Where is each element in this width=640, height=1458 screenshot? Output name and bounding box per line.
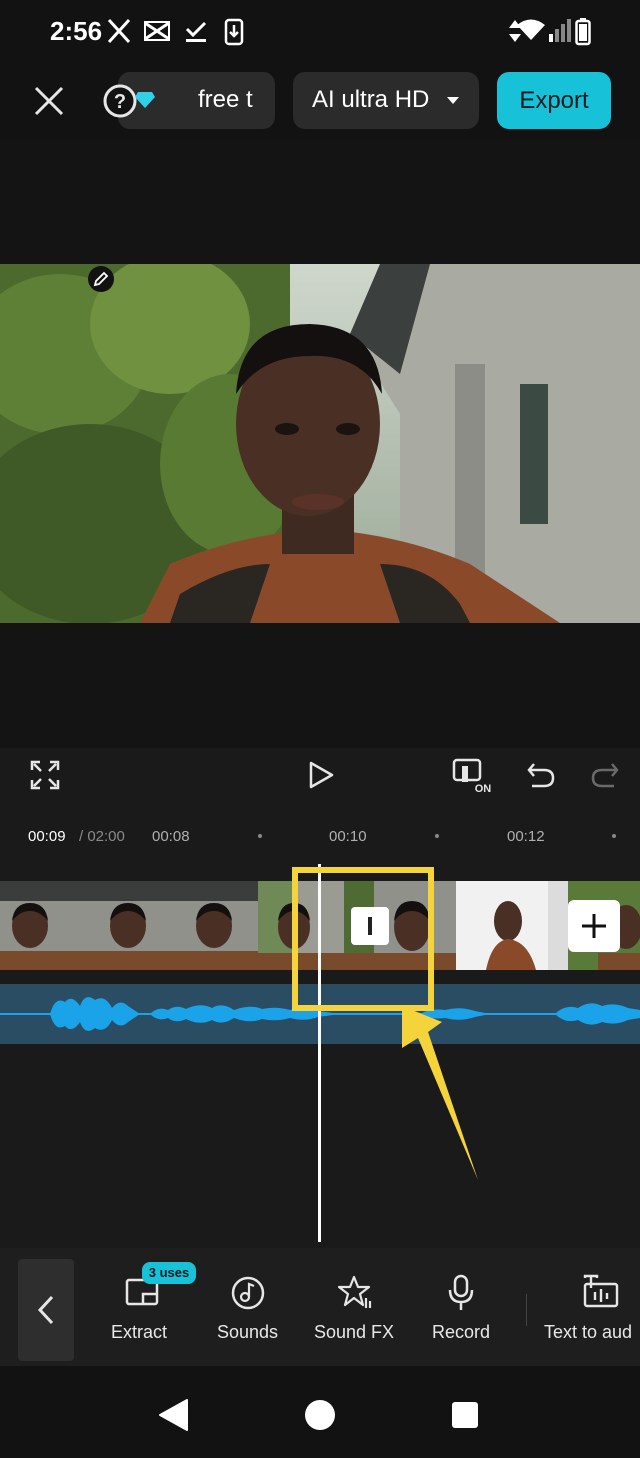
clip-thumbnail [456,881,548,970]
nav-back-icon[interactable] [157,1398,189,1432]
nav-home-icon[interactable] [303,1398,337,1432]
clip-thumbnail [86,881,172,970]
play-icon[interactable] [306,760,336,790]
svg-text:ON: ON [475,783,492,794]
tool-label-sounds[interactable]: Sounds [217,1322,278,1343]
svg-text:?: ? [114,91,126,113]
battery-icon [575,18,591,46]
uses-badge: 3 uses [142,1262,196,1284]
sound-fx-icon[interactable] [338,1274,374,1310]
total-time: / 02:00 [79,828,125,845]
bottom-toolbar [0,1248,640,1366]
highlight-box [292,867,434,1011]
download-icon [224,18,244,46]
wifi-icon [517,19,545,40]
tool-label-record[interactable]: Record [432,1322,490,1343]
ruler-tick-label: 00:08 [152,828,190,845]
diamond-icon [135,92,155,108]
undo-icon[interactable] [526,760,556,790]
chevron-down-icon [447,97,459,104]
toolbar-divider [526,1294,527,1326]
status-bar: 2:56 [0,0,640,64]
status-time: 2:56 [50,16,103,46]
close-icon[interactable] [32,84,66,118]
microphone-icon[interactable] [446,1274,476,1312]
quality-label: AI ultra HD [312,86,430,113]
keyframe-on-icon[interactable]: ON [452,758,494,794]
add-clip-button[interactable] [568,900,620,952]
help-icon[interactable]: ? [102,83,138,119]
signal-icon [549,19,571,42]
edit-pencil-icon[interactable] [87,265,115,293]
chevron-left-icon [37,1295,54,1325]
promo-text: free t [198,86,253,113]
annotation-arrow [402,1006,478,1180]
check-download-icon [185,21,207,42]
current-time: 00:09 [28,828,66,845]
ruler-tick-label: 00:10 [329,828,367,845]
plus-icon [582,914,606,938]
tool-label-sound-fx[interactable]: Sound FX [314,1322,394,1343]
ruler-dot [435,834,439,838]
video-preview[interactable] [0,264,640,623]
back-button[interactable] [18,1259,74,1361]
tool-label-text-to-audio[interactable]: Text to aud [544,1322,632,1343]
fullscreen-icon[interactable] [30,760,60,790]
tool-label-extract[interactable]: Extract [111,1322,167,1343]
capcut-icon [144,21,170,41]
text-to-audio-icon[interactable] [583,1274,619,1308]
x-logo-icon [107,18,131,44]
clip-thumbnail [0,881,86,970]
music-note-icon[interactable] [231,1276,265,1310]
clip-thumbnail [172,881,258,970]
ruler-dot [612,834,616,838]
ruler-dot [258,834,262,838]
export-button[interactable]: Export [497,72,611,129]
redo-icon[interactable] [590,760,620,790]
ruler-tick-label: 00:12 [507,828,545,845]
nav-recents-icon[interactable] [451,1401,479,1429]
